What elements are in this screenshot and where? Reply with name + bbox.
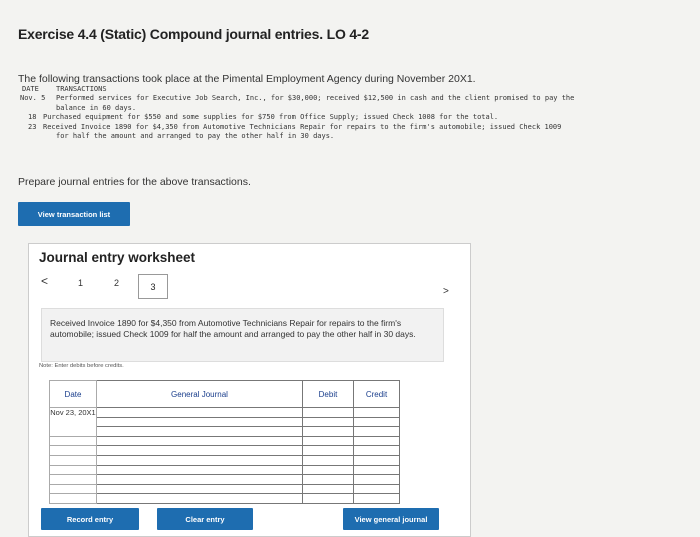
- credit-input[interactable]: [353, 483, 400, 495]
- credit-input[interactable]: [353, 435, 400, 447]
- table-row: [49, 454, 400, 466]
- account-input[interactable]: [96, 474, 303, 485]
- transaction-header: DATE TRANSACTIONS: [18, 85, 690, 94]
- view-general-journal-button[interactable]: View general journal: [343, 508, 439, 530]
- page-tab-3[interactable]: 3: [138, 274, 168, 299]
- intro-text: The following transactions took place at…: [18, 73, 476, 85]
- table-row: [50, 426, 400, 437]
- credit-input[interactable]: [353, 416, 400, 428]
- table-row: [49, 464, 400, 476]
- transaction-description: Received Invoice 1890 for $4,350 from Au…: [41, 308, 444, 362]
- account-input[interactable]: [96, 464, 303, 476]
- prev-arrow-icon[interactable]: <: [41, 274, 48, 288]
- view-transaction-list-button[interactable]: View transaction list: [18, 202, 130, 226]
- credit-input[interactable]: [353, 454, 400, 466]
- transaction-line: 18 Purchased equipment for $550 and some…: [18, 113, 690, 122]
- credit-input[interactable]: [353, 464, 400, 476]
- transaction-text: for half the amount and arranged to pay …: [56, 131, 335, 140]
- date-input[interactable]: [49, 474, 97, 485]
- table-row: [49, 474, 400, 485]
- transactions-column-header: TRANSACTIONS: [56, 85, 107, 93]
- journal-table: Date General Journal Debit Credit Nov 23…: [49, 380, 400, 504]
- date-input[interactable]: [49, 493, 97, 504]
- instructions-text: Prepare journal entries for the above tr…: [18, 176, 251, 188]
- note-text: Note: Enter debits before credits.: [39, 363, 124, 369]
- debit-input[interactable]: [302, 416, 354, 428]
- table-row: [50, 416, 400, 428]
- clear-entry-button[interactable]: Clear entry: [157, 508, 253, 530]
- debit-input[interactable]: [302, 426, 354, 437]
- table-row: [49, 483, 400, 495]
- table-header-row: Date General Journal Debit Credit: [49, 380, 400, 408]
- account-input[interactable]: [96, 435, 303, 447]
- transaction-list: DATE TRANSACTIONS Nov. 5 Performed servi…: [18, 85, 690, 141]
- debit-input[interactable]: [302, 454, 354, 466]
- page-tab-1[interactable]: 1: [78, 278, 83, 288]
- debit-input[interactable]: [302, 435, 354, 447]
- transaction-line: balance in 60 days.: [18, 104, 690, 113]
- transaction-line: for half the amount and arranged to pay …: [18, 132, 690, 141]
- date-header: Date: [49, 380, 97, 408]
- credit-input[interactable]: [353, 445, 400, 456]
- date-input[interactable]: [49, 454, 97, 466]
- worksheet-title: Journal entry worksheet: [39, 250, 196, 265]
- journal-entry-worksheet: Journal entry worksheet < 1 2 3 > Receiv…: [28, 243, 471, 537]
- credit-input[interactable]: [353, 493, 400, 504]
- debit-input[interactable]: [302, 407, 354, 418]
- transaction-line: 23 Received Invoice 1890 for $4,350 from…: [18, 123, 690, 132]
- credit-input[interactable]: [353, 407, 400, 418]
- account-input[interactable]: [96, 445, 303, 456]
- table-row: [49, 493, 400, 504]
- table-row: Nov 23, 20X1: [49, 407, 400, 437]
- account-input[interactable]: [96, 493, 303, 504]
- date-cell: Nov 23, 20X1: [49, 407, 97, 437]
- date-input[interactable]: [49, 445, 97, 456]
- transaction-date: 18: [28, 113, 37, 122]
- account-input[interactable]: [96, 407, 303, 418]
- transaction-text: balance in 60 days.: [56, 103, 137, 112]
- account-input[interactable]: [96, 426, 303, 437]
- table-row: [49, 435, 400, 447]
- transaction-date: Nov. 5: [20, 94, 46, 103]
- debit-input[interactable]: [302, 493, 354, 504]
- transaction-date: 23: [28, 122, 37, 131]
- table-row: [49, 445, 400, 456]
- credit-input[interactable]: [353, 474, 400, 485]
- date-input[interactable]: [49, 435, 97, 447]
- account-input[interactable]: [96, 416, 303, 428]
- debit-input[interactable]: [302, 474, 354, 485]
- date-input[interactable]: [49, 464, 97, 476]
- debit-input[interactable]: [302, 483, 354, 495]
- transaction-line: Nov. 5 Performed services for Executive …: [18, 94, 690, 103]
- record-entry-button[interactable]: Record entry: [41, 508, 139, 530]
- debit-input[interactable]: [302, 464, 354, 476]
- next-arrow-icon[interactable]: >: [443, 286, 449, 297]
- account-input[interactable]: [96, 483, 303, 495]
- page-tab-2[interactable]: 2: [114, 278, 119, 288]
- debit-input[interactable]: [302, 445, 354, 456]
- transaction-text: Received Invoice 1890 for $4,350 from Au…: [43, 122, 562, 131]
- credit-input[interactable]: [353, 426, 400, 437]
- transaction-text: Purchased equipment for $550 and some su…: [43, 113, 499, 122]
- transaction-text: Performed services for Executive Job Sea…: [56, 94, 575, 103]
- date-input[interactable]: [49, 483, 97, 495]
- page-title: Exercise 4.4 (Static) Compound journal e…: [18, 26, 369, 42]
- account-input[interactable]: [96, 454, 303, 466]
- general-journal-header: General Journal: [96, 380, 303, 408]
- date-column-header: DATE: [22, 85, 39, 93]
- debit-header: Debit: [302, 380, 354, 408]
- credit-header: Credit: [353, 380, 400, 408]
